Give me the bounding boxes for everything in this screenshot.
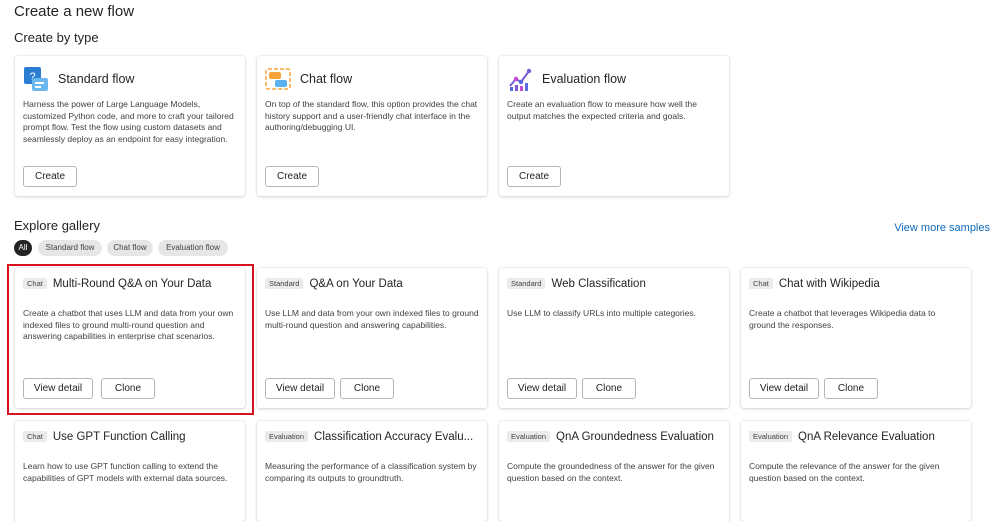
gallery-card-description: Compute the relevance of the answer for … [749, 461, 940, 483]
evaluation-flow-card: Evaluation flow Create an evaluation flo… [499, 56, 729, 196]
gallery-card-web-classification: Standard Web Classification Use LLM to cl… [499, 268, 729, 408]
gallery-card-description: Create a chatbot that leverages Wikipedi… [749, 308, 936, 330]
gallery-card-chat-with-wikipedia: Chat Chat with Wikipedia Create a chatbot… [741, 268, 971, 408]
gallery-card-title: Classification Accuracy Evalu... [314, 431, 474, 443]
evaluation-flow-icon [509, 68, 532, 91]
standard-flow-card: ? Standard flow Harness the power of Lar… [15, 56, 245, 196]
view-detail-button[interactable]: View detail [749, 378, 819, 399]
view-more-samples-link[interactable]: View more samples [894, 222, 990, 234]
tag-badge: Chat [749, 278, 773, 289]
chat-flow-description: On top of the standard flow, this option… [265, 99, 478, 133]
filter-all[interactable]: All [14, 240, 32, 256]
highlight-box [7, 264, 254, 415]
tag-badge: Chat [23, 431, 47, 442]
gallery-card-gpt-function-calling: Chat Use GPT Function Calling Learn how t… [15, 421, 245, 521]
standard-flow-title: Standard flow [58, 72, 135, 86]
tag-badge: Standard [507, 278, 546, 289]
gallery-card-description: Compute the groundedness of the answer f… [507, 461, 715, 483]
chat-flow-card: Chat flow On top of the standard flow, t… [257, 56, 487, 196]
create-by-type-heading: Create by type [14, 30, 99, 45]
gallery-card-title: QnA Relevance Evaluation [798, 431, 935, 443]
filter-standard-flow[interactable]: Standard flow [38, 240, 102, 256]
gallery-card-title: Use GPT Function Calling [52, 431, 186, 443]
view-detail-button[interactable]: View detail [265, 378, 335, 399]
chat-flow-icon [265, 68, 291, 90]
gallery-card-description: Use LLM to classify URLs into multiple c… [507, 308, 696, 318]
standard-flow-icon: ? [24, 67, 48, 91]
clone-button[interactable]: Clone [340, 378, 394, 399]
create-standard-flow-button[interactable]: Create [23, 166, 77, 187]
chat-flow-title: Chat flow [300, 72, 353, 86]
create-evaluation-flow-button[interactable]: Create [507, 166, 561, 187]
tag-badge: Evaluation [749, 431, 793, 442]
tag-badge: Evaluation [265, 431, 309, 442]
tag-badge: Evaluation [507, 431, 551, 442]
gallery-card-description: Use LLM and data from your own indexed f… [265, 308, 479, 330]
gallery-card-title: QnA Groundedness Evaluation [556, 431, 714, 443]
create-chat-flow-button[interactable]: Create [265, 166, 319, 187]
gallery-card-title: Chat with Wikipedia [778, 278, 880, 290]
gallery-card-qna-relevance: Evaluation QnA Relevance Evaluation Compu… [741, 421, 971, 521]
clone-button[interactable]: Clone [824, 378, 878, 399]
gallery-card-title: Q&A on Your Data [309, 278, 403, 290]
gallery-card-qna-groundedness: Evaluation QnA Groundedness Evaluation Co… [499, 421, 729, 521]
view-detail-button[interactable]: View detail [507, 378, 577, 399]
tag-badge: Standard [265, 278, 304, 289]
evaluation-flow-description: Create an evaluation flow to measure how… [507, 99, 697, 121]
gallery-card-qa-on-your-data: Standard Q&A on Your Data Use LLM and dat… [257, 268, 487, 408]
page-title: Create a new flow [14, 3, 135, 20]
gallery-card-description: Measuring the performance of a classific… [265, 461, 477, 483]
filter-chat-flow[interactable]: Chat flow [107, 240, 153, 256]
gallery-card-title: Web Classification [551, 278, 646, 290]
evaluation-flow-title: Evaluation flow [542, 72, 627, 86]
gallery-card-classification-accuracy: Evaluation Classification Accuracy Evalu.… [257, 421, 487, 521]
filter-evaluation-flow[interactable]: Evaluation flow [158, 240, 228, 256]
standard-flow-description: Harness the power of Large Language Mode… [23, 99, 234, 145]
clone-button[interactable]: Clone [582, 378, 636, 399]
gallery-card-description: Learn how to use GPT function calling to… [23, 461, 228, 483]
explore-gallery-heading: Explore gallery [14, 218, 100, 233]
